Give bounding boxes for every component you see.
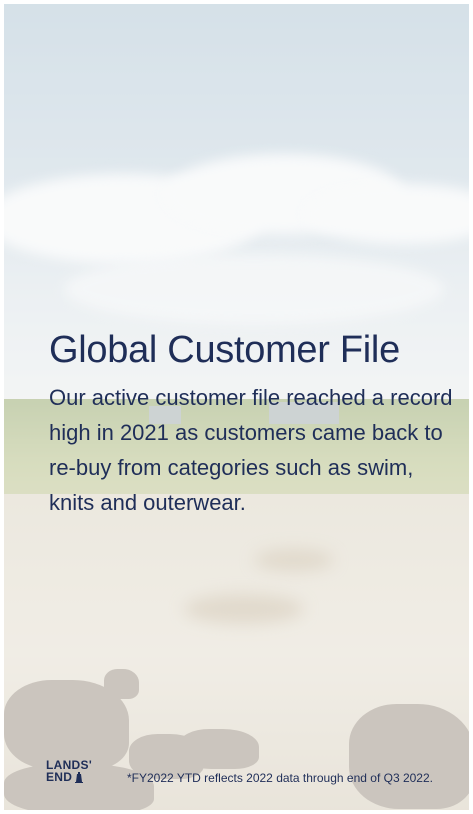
slide-content: Global Customer File Our active customer…: [4, 4, 469, 810]
lands-end-logo: LANDS' END: [46, 759, 92, 783]
logo-line-2-row: END: [46, 771, 92, 783]
lighthouse-icon: [75, 771, 84, 783]
page-title: Global Customer File: [49, 329, 400, 371]
logo-line-2: END: [46, 770, 73, 784]
body-text: Our active customer file reached a recor…: [49, 385, 453, 515]
slide-frame: Global Customer File Our active customer…: [4, 4, 469, 810]
footnote: *FY2022 YTD reflects 2022 data through e…: [127, 771, 433, 785]
